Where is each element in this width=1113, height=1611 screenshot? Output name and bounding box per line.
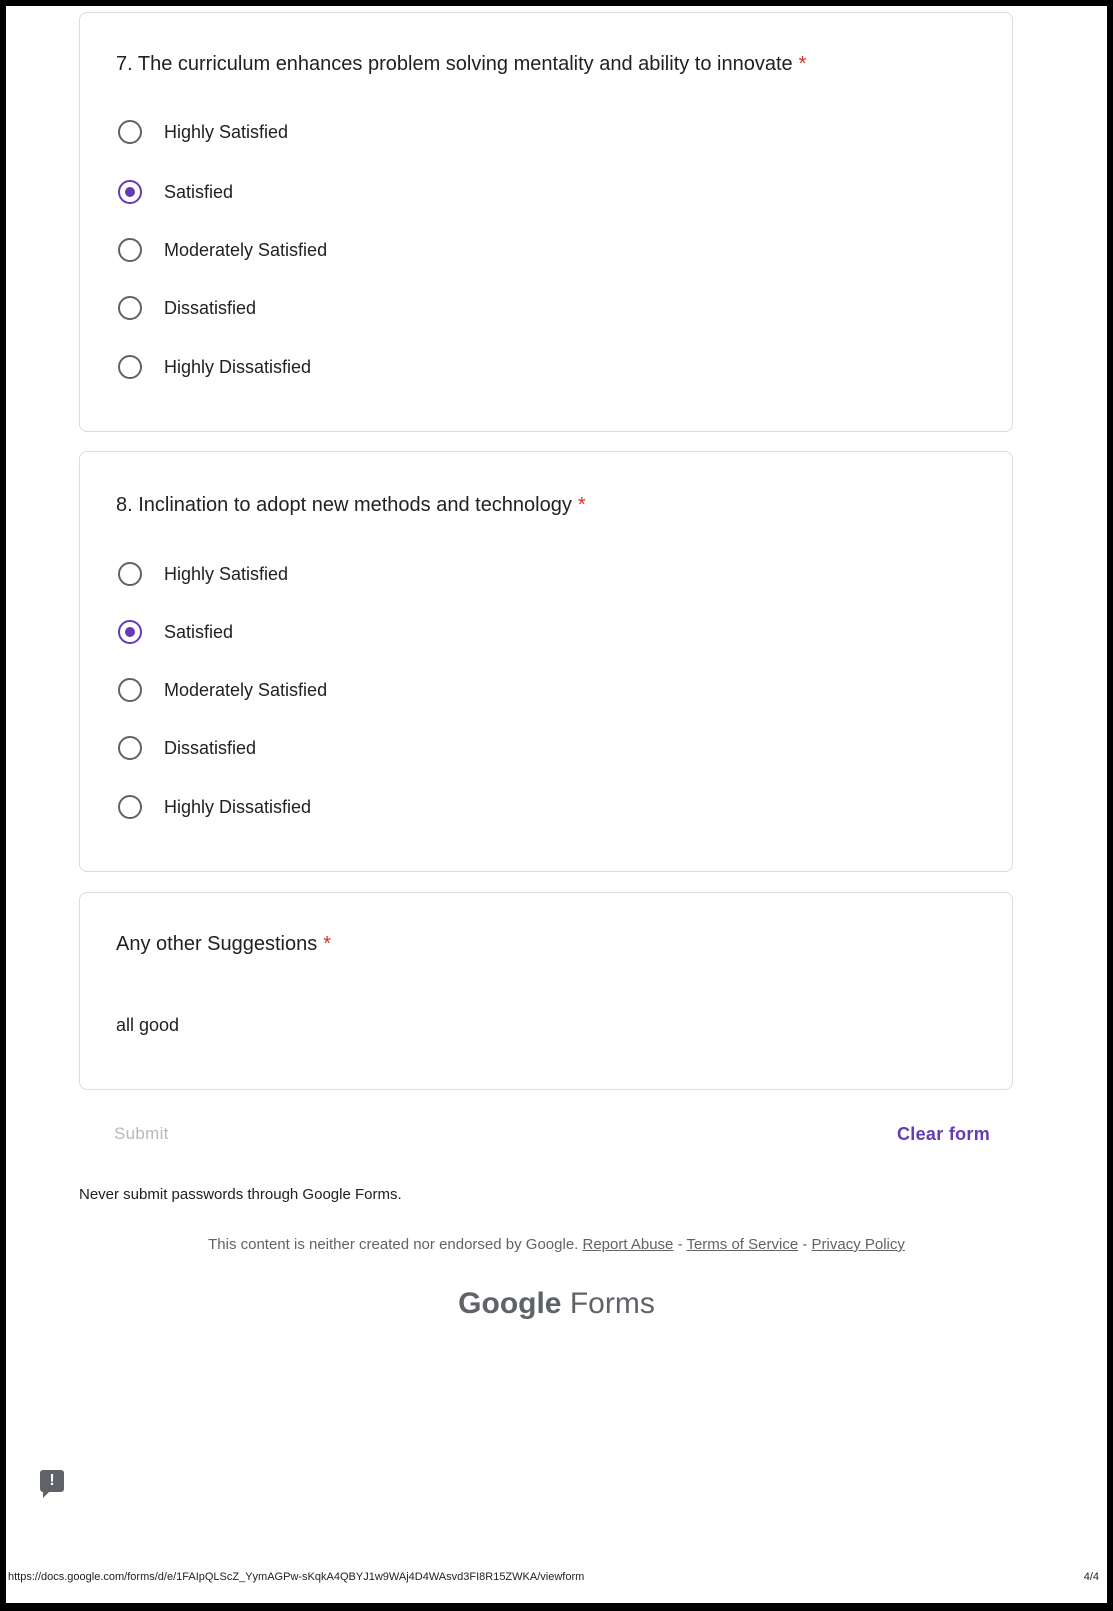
radio-option-highly-satisfied[interactable]: Highly Satisfied [118,117,288,147]
option-label: Highly Satisfied [164,563,289,584]
question-title: 8. Inclination to adopt new methods and … [116,494,586,517]
radio-option-highly-satisfied[interactable]: Highly Satisfied [118,559,288,589]
required-asterisk: * [798,53,807,75]
radio-option-highly-dissatisfied[interactable]: Highly Dissatisfied [118,792,311,822]
option-label: Highly Dissatisfied [164,796,312,817]
radio-button-checked-icon[interactable] [118,620,142,644]
privacy-policy-link[interactable]: Privacy Policy [812,1236,905,1253]
question-card-7: 7. The curriculum enhances problem solvi… [79,12,1013,432]
option-label: Satisfied [164,181,234,202]
radio-option-highly-dissatisfied[interactable]: Highly Dissatisfied [118,352,311,382]
radio-option-dissatisfied[interactable]: Dissatisfied [118,293,256,323]
report-abuse-link[interactable]: Report Abuse [583,1236,674,1253]
suggestions-card: Any other Suggestions * all good [79,892,1013,1090]
question-text: 8. Inclination to adopt new methods and … [116,494,572,516]
radio-option-satisfied[interactable]: Satisfied [118,617,233,647]
clear-form-button[interactable]: Clear form [897,1124,990,1145]
terms-of-service-link[interactable]: Terms of Service [686,1236,798,1253]
option-label: Moderately Satisfied [164,239,328,260]
option-label: Satisfied [164,621,234,642]
feedback-icon[interactable]: ! [40,1470,64,1498]
disclaimer: This content is neither created nor endo… [0,1236,1113,1253]
google-forms-logo[interactable]: Google Forms [0,1287,1113,1321]
radio-button-icon[interactable] [118,795,142,819]
separator: - [798,1236,812,1253]
submit-button[interactable]: Submit [114,1124,169,1144]
option-label: Dissatisfied [164,737,257,758]
radio-button-checked-icon[interactable] [118,180,142,204]
option-label: Highly Satisfied [164,121,289,142]
question-card-8: 8. Inclination to adopt new methods and … [79,451,1013,872]
brand-forms: Forms [569,1287,655,1320]
radio-button-icon[interactable] [118,238,142,262]
question-title: Any other Suggestions * [116,933,331,956]
question-title: 7. The curriculum enhances problem solvi… [116,53,806,76]
disclaimer-text: This content is neither created nor endo… [208,1236,579,1253]
radio-button-icon[interactable] [118,120,142,144]
option-label: Dissatisfied [164,297,257,318]
radio-button-icon[interactable] [118,296,142,320]
suggestions-answer-input[interactable]: all good [116,1015,179,1036]
question-text: 7. The curriculum enhances problem solvi… [116,53,793,75]
option-label: Highly Dissatisfied [164,356,312,377]
password-warning: Never submit passwords through Google Fo… [79,1186,402,1203]
radio-button-icon[interactable] [118,678,142,702]
required-asterisk: * [323,933,332,955]
brand-google: Google [458,1287,562,1320]
radio-button-icon[interactable] [118,736,142,760]
radio-option-satisfied[interactable]: Satisfied [118,177,233,207]
radio-option-moderately-satisfied[interactable]: Moderately Satisfied [118,675,327,705]
radio-button-icon[interactable] [118,355,142,379]
option-label: Moderately Satisfied [164,679,328,700]
radio-button-icon[interactable] [118,562,142,586]
radio-option-moderately-satisfied[interactable]: Moderately Satisfied [118,235,327,265]
question-text: Any other Suggestions [116,933,318,955]
radio-option-dissatisfied[interactable]: Dissatisfied [118,733,256,763]
print-url: https://docs.google.com/forms/d/e/1FAIpQ… [8,1571,585,1583]
required-asterisk: * [577,494,586,516]
separator: - [673,1236,687,1253]
page-number: 4/4 [1083,1571,1099,1583]
